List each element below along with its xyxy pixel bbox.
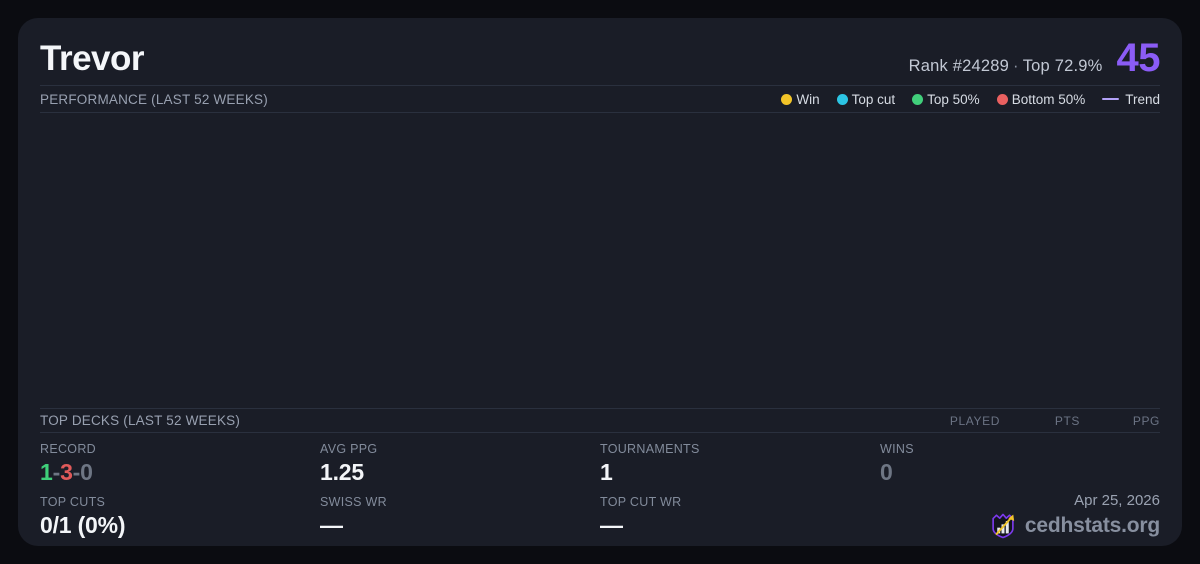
- brand-row: cedhstats.org: [989, 512, 1160, 540]
- legend-item-top-50: Top 50%: [912, 92, 980, 107]
- player-score: 45: [1116, 36, 1161, 80]
- record-wins: 1: [40, 459, 53, 485]
- legend-item-top-cut: Top cut: [836, 91, 896, 107]
- stat-label: WINS: [880, 442, 914, 456]
- stat-label: TOP CUT WR: [600, 495, 682, 509]
- stat-value: —: [600, 512, 623, 538]
- performance-section-header: PERFORMANCE (LAST 52 WEEKS) Win Top cut …: [40, 85, 1160, 113]
- stat-value: 1: [600, 459, 613, 485]
- stat-label: TOP CUTS: [40, 495, 106, 509]
- legend-label: Bottom 50%: [1011, 91, 1086, 107]
- stat-swiss-wr: SWISS WR —: [320, 486, 600, 539]
- stat-avg-ppg: AVG PPG 1.25: [320, 433, 600, 486]
- top-50-dot-icon: [912, 93, 924, 105]
- performance-chart-area: [40, 113, 1160, 408]
- legend-label: Top cut: [851, 91, 896, 107]
- card-footer: Apr 25, 2026 cedhstats.org: [880, 486, 1160, 539]
- bottom-50-dot-icon: [996, 93, 1008, 105]
- record-separator: -: [72, 459, 81, 485]
- top-percent: Top 72.9%: [1022, 57, 1103, 75]
- stat-label: TOURNAMENTS: [600, 442, 700, 456]
- performance-section-title: PERFORMANCE (LAST 52 WEEKS): [40, 91, 268, 107]
- rank-text: Rank #24289 · Top 72.9%: [909, 57, 1103, 76]
- chart-legend: Win Top cut Top 50% Bottom 50% Trend: [781, 92, 1160, 107]
- stat-label: SWISS WR: [320, 495, 387, 509]
- legend-label: Trend: [1125, 91, 1160, 107]
- win-dot-icon: [781, 93, 793, 105]
- rank-number: Rank #24289: [908, 57, 1010, 75]
- column-header-ppg: PPG: [1132, 413, 1160, 428]
- top-cut-dot-icon: [836, 93, 848, 105]
- record-losses: 3: [60, 459, 73, 485]
- cedhstats-shield-logo-icon: [992, 513, 1015, 539]
- top-decks-section-title: TOP DECKS (LAST 52 WEEKS): [40, 413, 241, 428]
- stat-label: AVG PPG: [320, 442, 378, 456]
- rank-separator: ·: [1013, 57, 1019, 75]
- brand-name: cedhstats.org: [1024, 514, 1160, 537]
- stat-value: 1.25: [320, 459, 364, 485]
- stats-grid: RECORD 1-3-0 AVG PPG 1.25 TOURNAMENTS 1 …: [40, 433, 1160, 539]
- legend-item-win: Win: [781, 91, 820, 107]
- card-header: Trevor Rank #24289 · Top 72.9% 45: [40, 18, 1160, 85]
- stat-value: —: [320, 512, 343, 538]
- stat-top-cuts: TOP CUTS 0/1 (0%): [40, 486, 320, 539]
- stat-record: RECORD 1-3-0: [40, 433, 320, 486]
- stat-label: RECORD: [40, 442, 96, 456]
- stat-value: 0/1 (0%): [40, 512, 126, 538]
- record-value: 1-3-0: [40, 459, 320, 486]
- column-header-pts: PTS: [1054, 413, 1080, 428]
- legend-label: Top 50%: [927, 91, 980, 107]
- stat-value: 0: [880, 459, 893, 485]
- record-separator: -: [52, 459, 61, 485]
- page-title: Trevor: [40, 39, 145, 78]
- legend-item-trend: Trend: [1102, 92, 1160, 107]
- player-stats-card: Trevor Rank #24289 · Top 72.9% 45 PERFORMA…: [18, 18, 1182, 546]
- legend-label: Win: [796, 91, 820, 107]
- top-decks-section-header: TOP DECKS (LAST 52 WEEKS) PLAYED PTS PPG: [40, 408, 1160, 433]
- stat-wins: WINS 0: [880, 433, 1160, 486]
- header-rank-group: Rank #24289 · Top 72.9% 45: [909, 36, 1161, 80]
- legend-item-bottom-50: Bottom 50%: [996, 91, 1086, 107]
- stat-top-cut-wr: TOP CUT WR —: [600, 486, 880, 539]
- trend-line-icon: [1102, 97, 1120, 101]
- deck-table-columns: PLAYED PTS PPG: [920, 414, 1160, 428]
- column-header-played: PLAYED: [949, 413, 1000, 428]
- stat-tournaments: TOURNAMENTS 1: [600, 433, 880, 486]
- record-draws: 0: [80, 459, 93, 485]
- date-label: Apr 25, 2026: [1074, 492, 1160, 509]
